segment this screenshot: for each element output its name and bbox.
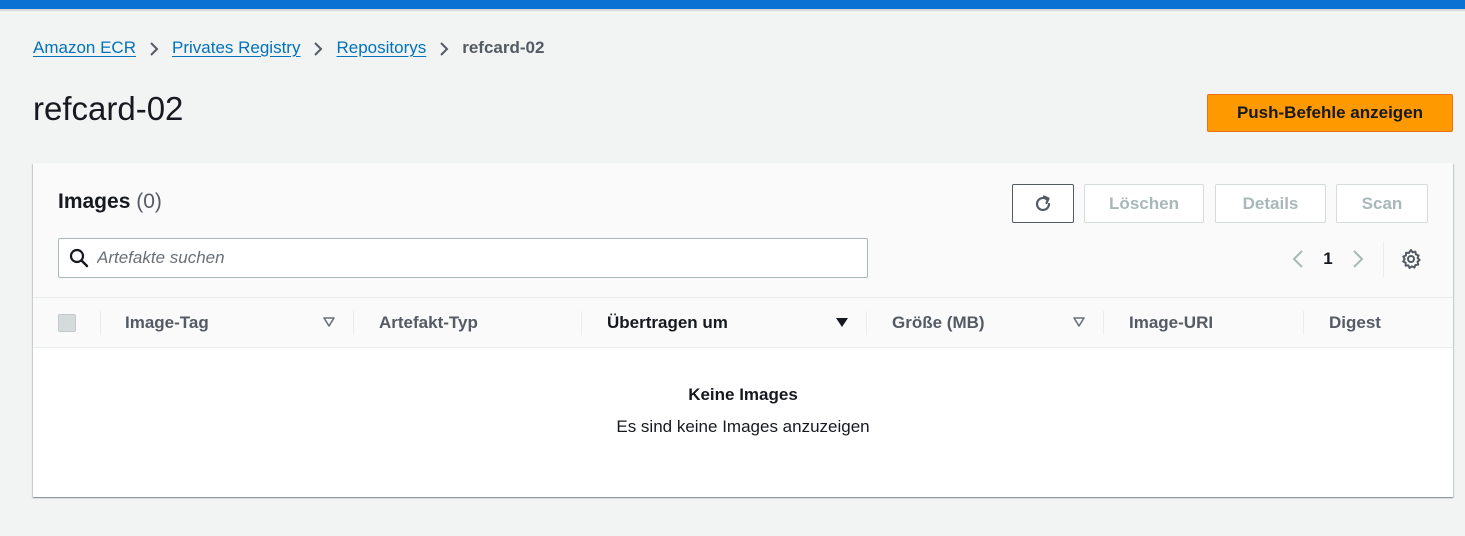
column-divider xyxy=(353,311,354,335)
page-title: refcard-02 xyxy=(33,90,184,127)
column-header-artifact-type[interactable]: Artefakt-Typ xyxy=(379,298,478,348)
sort-indicator-icon[interactable] xyxy=(322,315,336,329)
current-page-number[interactable]: 1 xyxy=(1313,249,1343,269)
empty-state: Keine Images Es sind keine Images anzuze… xyxy=(33,383,1453,439)
pagination: 1 xyxy=(1283,241,1424,277)
sort-indicator-icon[interactable] xyxy=(1072,315,1086,329)
scan-button[interactable]: Scan xyxy=(1336,184,1428,223)
images-panel: Images (0) Löschen Details Scan Artefakt… xyxy=(33,163,1453,497)
details-button[interactable]: Details xyxy=(1215,184,1326,223)
column-header-digest[interactable]: Digest xyxy=(1329,298,1381,348)
chevron-right-icon xyxy=(426,38,462,58)
search-field[interactable] xyxy=(58,238,868,278)
pagination-divider xyxy=(1383,241,1384,277)
column-divider xyxy=(581,311,582,335)
panel-header: Images (0) Löschen Details Scan Artefakt… xyxy=(33,163,1453,298)
chevron-right-icon xyxy=(136,38,172,58)
breadcrumb-private-registry[interactable]: Privates Registry xyxy=(172,38,300,58)
images-count: (0) xyxy=(136,190,162,213)
panel-title: Images (0) xyxy=(58,190,162,214)
breadcrumb-amazon-ecr[interactable]: Amazon ECR xyxy=(33,38,136,58)
breadcrumb: Amazon ECR Privates Registry Repositorys… xyxy=(33,38,544,58)
breadcrumb-current: refcard-02 xyxy=(462,38,545,57)
sort-descending-icon[interactable] xyxy=(835,315,849,329)
breadcrumb-repositories[interactable]: Repositorys xyxy=(336,38,426,58)
next-page-icon[interactable] xyxy=(1343,244,1373,274)
column-header-image-uri[interactable]: Image-URI xyxy=(1129,298,1213,348)
chevron-right-icon xyxy=(300,38,336,58)
column-divider xyxy=(866,311,867,335)
panel-title-text: Images xyxy=(58,190,131,213)
view-push-commands-button[interactable]: Push-Befehle anzeigen xyxy=(1207,94,1453,132)
column-divider xyxy=(1303,311,1304,335)
refresh-icon xyxy=(1035,194,1051,211)
top-nav-bar xyxy=(0,0,1465,11)
column-header-size[interactable]: Größe (MB) xyxy=(892,298,985,348)
delete-button[interactable]: Löschen xyxy=(1084,184,1204,223)
table-header: Image-Tag Artefakt-Typ Übertragen um Grö… xyxy=(33,298,1453,348)
search-icon xyxy=(61,239,97,277)
column-divider xyxy=(100,311,101,335)
settings-gear-icon[interactable] xyxy=(1398,246,1424,272)
search-input[interactable] xyxy=(97,248,857,268)
column-header-image-tag[interactable]: Image-Tag xyxy=(125,298,209,348)
refresh-button[interactable] xyxy=(1012,184,1074,223)
empty-state-text: Es sind keine Images anzuzeigen xyxy=(616,417,870,436)
empty-state-title: Keine Images xyxy=(688,385,798,404)
select-all-checkbox[interactable] xyxy=(58,314,76,332)
previous-page-icon[interactable] xyxy=(1283,244,1313,274)
column-divider xyxy=(1103,311,1104,335)
column-header-pushed-at[interactable]: Übertragen um xyxy=(607,298,728,348)
